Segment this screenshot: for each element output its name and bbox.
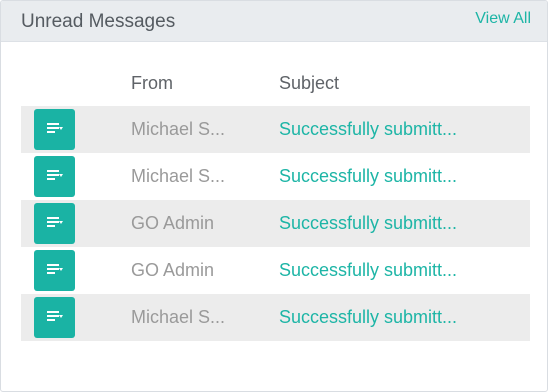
message-subject-link[interactable]: Successfully submitt...: [279, 166, 457, 187]
message-icon: [47, 123, 63, 133]
message-icon: [47, 311, 63, 321]
message-row[interactable]: GO Admin Successfully submitt...: [21, 247, 530, 294]
column-header-from: From: [131, 73, 173, 93]
message-from: GO Admin: [131, 260, 215, 280]
open-message-button[interactable]: [34, 250, 75, 291]
message-row[interactable]: GO Admin Successfully submitt...: [21, 200, 530, 247]
open-message-button[interactable]: [34, 297, 75, 338]
messages-list: Michael S... Successfully submitt... Mic…: [21, 106, 530, 341]
open-message-button[interactable]: [34, 203, 75, 244]
message-icon: [47, 264, 63, 274]
panel-header: Unread Messages View All: [1, 1, 547, 42]
message-subject-link[interactable]: Successfully submitt...: [279, 213, 457, 234]
message-row[interactable]: Michael S... Successfully submitt...: [21, 294, 530, 341]
open-message-button[interactable]: [34, 109, 75, 150]
message-icon: [47, 170, 63, 180]
message-subject-link[interactable]: Successfully submitt...: [279, 307, 457, 328]
view-all-link[interactable]: View All: [475, 10, 531, 28]
message-subject-link[interactable]: Successfully submitt...: [279, 119, 457, 140]
unread-messages-panel: Unread Messages View All From Subject Mi…: [0, 0, 548, 392]
message-row[interactable]: Michael S... Successfully submitt...: [21, 153, 530, 200]
message-from: Michael S...: [131, 119, 226, 139]
message-from: Michael S...: [131, 166, 226, 186]
open-message-button[interactable]: [34, 156, 75, 197]
column-header-subject: Subject: [279, 73, 340, 93]
message-from: GO Admin: [131, 213, 215, 233]
message-from: Michael S...: [131, 307, 226, 327]
message-icon: [47, 217, 63, 227]
panel-title: Unread Messages: [21, 11, 176, 32]
message-row[interactable]: Michael S... Successfully submitt...: [21, 106, 530, 153]
message-subject-link[interactable]: Successfully submitt...: [279, 260, 457, 281]
